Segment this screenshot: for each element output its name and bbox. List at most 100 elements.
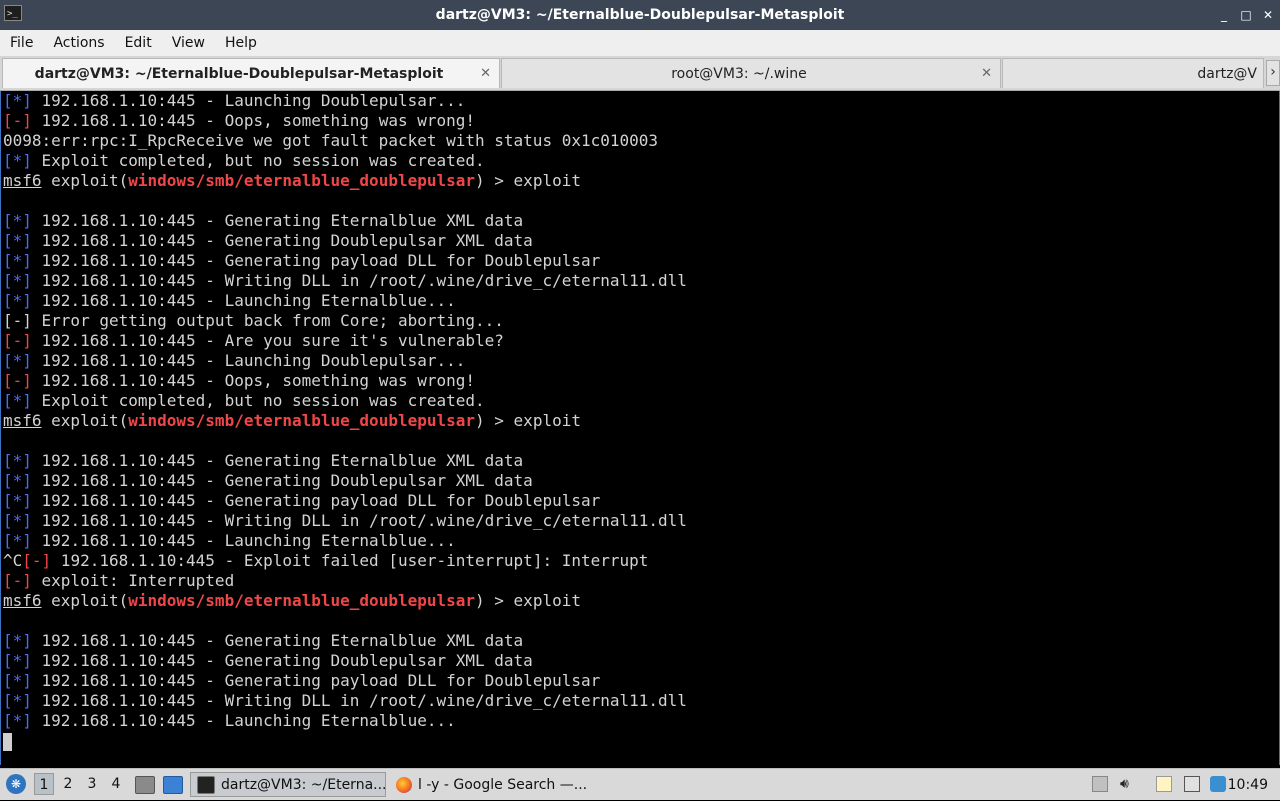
menu-edit[interactable]: Edit [115,30,162,56]
maximize-button[interactable]: □ [1240,9,1252,21]
terminal-line: [*] 192.168.1.10:445 - Launching Doublep… [1,351,1279,371]
terminal-text-segment: [*] [3,531,32,550]
tab-scroll-right-button[interactable]: › [1266,60,1280,86]
terminal-text-segment: 192.168.1.10:445 - Oops, something was w… [31,111,476,130]
terminal-line: [*] Exploit completed, but no session wa… [1,151,1279,171]
terminal-text-segment: 0098:err:rpc:I_RpcReceive we got fault p… [3,131,659,150]
clipboard-icon[interactable] [1156,776,1172,792]
terminal-line: msf6 exploit(windows/smb/eternalblue_dou… [1,591,1279,611]
menu-file[interactable]: File [0,30,43,56]
terminal-text-segment: [*] [3,691,32,710]
terminal-line: [-] 192.168.1.10:445 - Oops, something w… [1,371,1279,391]
tab-label: root@VM3: ~/.wine [671,66,807,82]
terminal-text-segment: [-] [22,551,52,570]
clock[interactable]: 10:49 [1228,769,1268,801]
taskbar: ❋ 1 2 3 4 dartz@VM3: ~/Eterna... l -y - … [0,768,1280,800]
terminal-line: [*] 192.168.1.10:445 - Writing DLL in /r… [1,511,1279,531]
terminal-text-segment: 192.168.1.10:445 - Are you sure it's vul… [31,331,504,350]
terminal-line: [*] 192.168.1.10:445 - Generating payloa… [1,671,1279,691]
tab-dartz-partial[interactable]: dartz@V [1002,58,1264,88]
minimize-button[interactable]: _ [1218,9,1230,21]
terminal-text-segment: exploit( [41,171,129,190]
terminal-text-segment: exploit: Interrupted [31,571,235,590]
terminal-line: [*] 192.168.1.10:445 - Generating Double… [1,651,1279,671]
network-icon[interactable] [1184,776,1200,792]
terminal-line: [-] exploit: Interrupted [1,571,1279,591]
terminal-text-segment: 192.168.1.10:445 - Launching Doublepulsa… [31,91,466,110]
terminal-text-segment: 192.168.1.10:445 - Exploit failed [user-… [51,551,649,570]
terminal-text-segment: exploit( [41,411,129,430]
terminal-icon [197,775,215,794]
workspace-3[interactable]: 3 [82,773,102,795]
terminal-line: [*] 192.168.1.10:445 - Launching Eternal… [1,711,1279,731]
menu-actions[interactable]: Actions [43,30,114,56]
update-notifier-icon[interactable] [1210,776,1226,792]
tray-up-arrow-icon[interactable] [1092,776,1108,792]
tab-close-icon[interactable]: ✕ [480,59,491,89]
terminal-line: [*] 192.168.1.10:445 - Generating Double… [1,471,1279,491]
terminal-line: [*] 192.168.1.10:445 - Generating Eterna… [1,211,1279,231]
workspace-4[interactable]: 4 [106,773,126,795]
tab-label: dartz@V [1197,66,1257,82]
terminal-text-segment: ) > exploit [475,411,581,430]
terminal-line: msf6 exploit(windows/smb/eternalblue_dou… [1,171,1279,191]
terminal-text-segment: [*] [3,711,32,730]
terminal-text-segment: ) > exploit [475,591,581,610]
terminal-line: [*] 192.168.1.10:445 - Generating Eterna… [1,451,1279,471]
task-label: l -y - Google Search —... [418,776,588,793]
close-window-button[interactable]: ✕ [1262,9,1274,21]
terminal-line: [*] 192.168.1.10:445 - Generating Eterna… [1,631,1279,651]
window-titlebar[interactable]: >_ dartz@VM3: ~/Eternalblue-Doublepulsar… [0,0,1280,30]
show-desktop-icon[interactable] [163,776,183,794]
terminal-line: [*] 192.168.1.10:445 - Writing DLL in /r… [1,271,1279,291]
tab-close-icon[interactable]: ✕ [981,59,992,89]
file-manager-icon[interactable] [135,776,155,794]
terminal-text-segment: [*] [3,151,32,170]
terminal-text-segment: [*] [3,671,32,690]
terminal-text-segment: 192.168.1.10:445 - Generating payload DL… [31,491,601,510]
menu-view[interactable]: View [162,30,215,56]
task-terminal[interactable]: dartz@VM3: ~/Eterna... [190,772,386,797]
terminal-text-segment: 192.168.1.10:445 - Writing DLL in /root/… [31,691,687,710]
terminal-text-segment: [-] [3,331,32,350]
volume-icon[interactable]: 🔊︎ [1120,776,1136,792]
terminal-text-segment: 192.168.1.10:445 - Oops, something was w… [31,371,476,390]
terminal-line: [*] 192.168.1.10:445 - Launching Eternal… [1,291,1279,311]
terminal-text-segment: 192.168.1.10:445 - Launching Eternalblue… [31,291,456,310]
task-firefox[interactable]: l -y - Google Search —... [390,772,590,797]
prompt-line[interactable] [1,731,1279,751]
terminal-line: [-] 192.168.1.10:445 - Oops, something w… [1,111,1279,131]
terminal-text-segment: [*] [3,511,32,530]
tab-root-wine[interactable]: root@VM3: ~/.wine ✕ [501,58,1001,88]
terminal-text-segment: 192.168.1.10:445 - Generating Eternalblu… [31,631,524,650]
terminal-text-segment: [*] [3,211,32,230]
terminal-text-segment: windows/smb/eternalblue_doublepulsar [128,591,476,610]
terminal-text-segment: ^C [3,551,23,570]
terminal-text-segment: windows/smb/eternalblue_doublepulsar [128,171,476,190]
terminal-line: [*] 192.168.1.10:445 - Writing DLL in /r… [1,691,1279,711]
terminal-line: [*] 192.168.1.10:445 - Generating payloa… [1,251,1279,271]
terminal-text-segment: [*] [3,391,32,410]
terminal-text-segment: 192.168.1.10:445 - Generating Eternalblu… [31,211,524,230]
tab-bar: dartz@VM3: ~/Eternalblue-Doublepulsar-Me… [0,56,1280,91]
workspace-2[interactable]: 2 [58,773,78,795]
terminal-text-segment: 192.168.1.10:445 - Launching Eternalblue… [31,531,456,550]
terminal-output[interactable]: [*] 192.168.1.10:445 - Launching Doublep… [0,91,1280,765]
terminal-text-segment: [*] [3,231,32,250]
terminal-text-segment: 192.168.1.10:445 - Generating Doublepuls… [31,471,533,490]
terminal-text-segment: [*] [3,651,32,670]
terminal-text-segment: [*] [3,631,32,650]
menu-help[interactable]: Help [215,30,267,56]
terminal-text-segment: [-] [3,111,32,130]
terminal-text-segment: 192.168.1.10:445 - Launching Eternalblue… [31,711,456,730]
workspace-1[interactable]: 1 [34,773,54,795]
terminal-text-segment: [*] [3,471,32,490]
task-label: dartz@VM3: ~/Eterna... [221,776,385,793]
terminal-line: 0098:err:rpc:I_RpcReceive we got fault p… [1,131,1279,151]
terminal-line: [*] 192.168.1.10:445 - Generating payloa… [1,491,1279,511]
tab-metasploit[interactable]: dartz@VM3: ~/Eternalblue-Doublepulsar-Me… [2,58,500,88]
start-menu-icon[interactable]: ❋ [6,774,26,794]
terminal-text-segment: [*] [3,291,32,310]
